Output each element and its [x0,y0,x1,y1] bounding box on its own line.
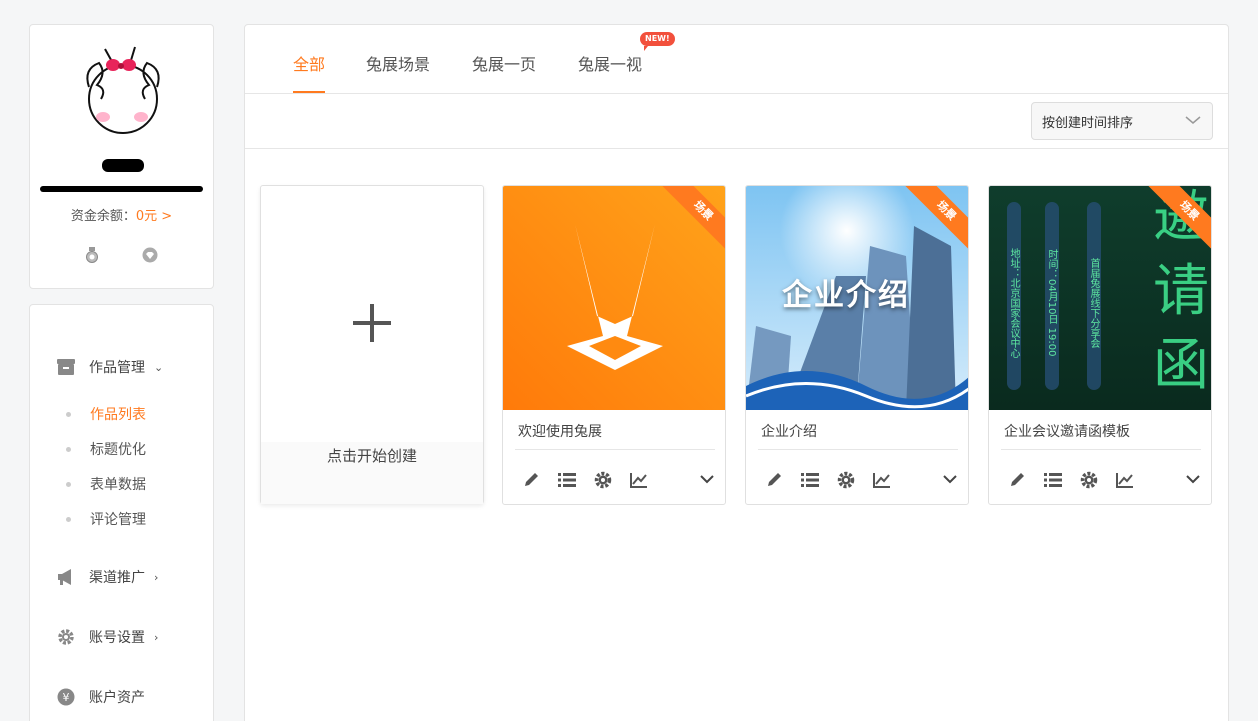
tab-video[interactable]: 兔展一视 [578,51,642,75]
medal-icon[interactable] [84,247,100,263]
yen-coin-icon: ¥ [56,687,76,707]
work-cover[interactable]: 场景 [503,186,725,410]
create-work-card[interactable]: 点击开始创建 [260,185,484,504]
username-redacted [102,159,144,172]
main-panel: 全部 兔展场景 兔展一页 兔展一视 NEW! 按创建时间排序 点击开始创建 场景… [244,24,1229,721]
work-card: 地址：北京国家会议中心 时间：04月10日 19:00 首届兔展线下分享会 邀 … [988,185,1212,505]
sort-bar: 按创建时间排序 [245,94,1228,149]
edit-pencil-icon[interactable] [521,470,541,490]
bullet-icon [66,411,71,417]
work-title[interactable]: 企业会议邀请函模板 [1004,421,1130,441]
tab-bar: 全部 兔展场景 兔展一页 兔展一视 NEW! [245,25,1228,94]
line-chart-icon[interactable] [872,470,892,490]
profile-card: 资金余额：0元 > [29,24,214,289]
tab-active-indicator [293,91,325,93]
menu-works-label: 作品管理 [89,360,145,376]
plus-icon [353,304,391,342]
vip-diamond-icon[interactable] [142,247,158,263]
work-card: 场景 欢迎使用兔展 [502,185,726,505]
menu-sub-title-optimize[interactable]: 标题优化 [66,439,146,459]
tab-all[interactable]: 全部 [293,51,325,75]
work-cover[interactable]: 企业介绍 场景 [746,186,968,410]
balance-label: 资金余额： [70,209,136,224]
menu-assets[interactable]: ¥ 账户资产 [56,687,145,707]
edit-pencil-icon[interactable] [764,470,784,490]
menu-assets-label: 账户资产 [89,690,145,706]
tab-scene[interactable]: 兔展场景 [366,51,430,75]
list-icon[interactable] [557,470,577,490]
work-card: 企业介绍 场景 企业介绍 [745,185,969,505]
cover-time: 时间：04月10日 19:00 [1045,202,1059,390]
work-actions [1007,470,1151,490]
work-cover[interactable]: 地址：北京国家会议中心 时间：04月10日 19:00 首届兔展线下分享会 邀 … [989,186,1211,410]
email-redacted [40,186,203,192]
menu-sub-label: 作品列表 [90,407,146,423]
work-title[interactable]: 欢迎使用兔展 [518,421,602,441]
create-work-label: 点击开始创建 [261,442,483,504]
chevron-down-icon [1185,116,1201,124]
gear-icon[interactable] [1079,470,1099,490]
chevron-down-icon[interactable] [942,471,958,487]
cover-event: 首届兔展线下分享会 [1087,202,1101,390]
menu-account[interactable]: 账号设置 › [56,627,158,647]
menu-channel[interactable]: 渠道推广 › [56,567,158,587]
cover-address: 地址：北京国家会议中心 [1007,202,1021,390]
menu-sub-label: 表单数据 [90,477,146,493]
gear-icon [56,627,76,647]
avatar[interactable] [75,39,171,137]
sort-select[interactable]: 按创建时间排序 [1031,102,1213,140]
chevron-down-icon[interactable] [699,471,715,487]
cover-big-char: 请 [1153,259,1209,324]
cover-title: 企业介绍 [782,278,910,313]
svg-text:¥: ¥ [63,691,70,704]
cover-big-char: 函 [1153,333,1209,398]
divider [515,449,715,450]
bullet-icon [66,481,71,487]
bullet-icon [66,516,71,522]
line-chart-icon[interactable] [1115,470,1135,490]
work-title[interactable]: 企业介绍 [761,421,817,441]
menu-account-label: 账号设置 [89,630,145,646]
menu-sub-label: 评论管理 [90,512,146,528]
menu-sub-works-list[interactable]: 作品列表 [66,404,146,424]
chevron-down-icon[interactable] [1185,471,1201,487]
work-actions [521,470,665,490]
balance: 资金余额：0元 > [30,205,213,224]
chevron-right-icon: › [154,570,159,584]
menu-sub-label: 标题优化 [90,442,146,458]
tab-page[interactable]: 兔展一页 [472,51,536,75]
chevron-right-icon: › [154,630,159,644]
balance-link[interactable]: 0元 > [136,209,172,224]
new-badge: NEW! [640,32,675,51]
chevron-down-icon: ⌄ [154,360,164,374]
divider [758,449,958,450]
edit-pencil-icon[interactable] [1007,470,1027,490]
divider [1001,449,1201,450]
rabbit-logo-icon [503,186,725,410]
inbox-icon [56,357,76,377]
menu-sub-form-data[interactable]: 表单数据 [66,474,146,494]
gear-icon[interactable] [593,470,613,490]
sort-selected-value: 按创建时间排序 [1042,115,1134,131]
list-icon[interactable] [1043,470,1063,490]
work-actions [764,470,908,490]
menu-channel-label: 渠道推广 [89,570,145,586]
line-chart-icon[interactable] [629,470,649,490]
gear-icon[interactable] [836,470,856,490]
menu-sub-comments[interactable]: 评论管理 [66,509,146,529]
bullet-icon [66,446,71,452]
list-icon[interactable] [800,470,820,490]
megaphone-icon [56,567,76,587]
side-menu: 作品管理 ⌄ 作品列表 标题优化 表单数据 评论管理 渠道推广 › 账号设置 ›… [29,304,214,721]
menu-works[interactable]: 作品管理 ⌄ [56,357,163,377]
